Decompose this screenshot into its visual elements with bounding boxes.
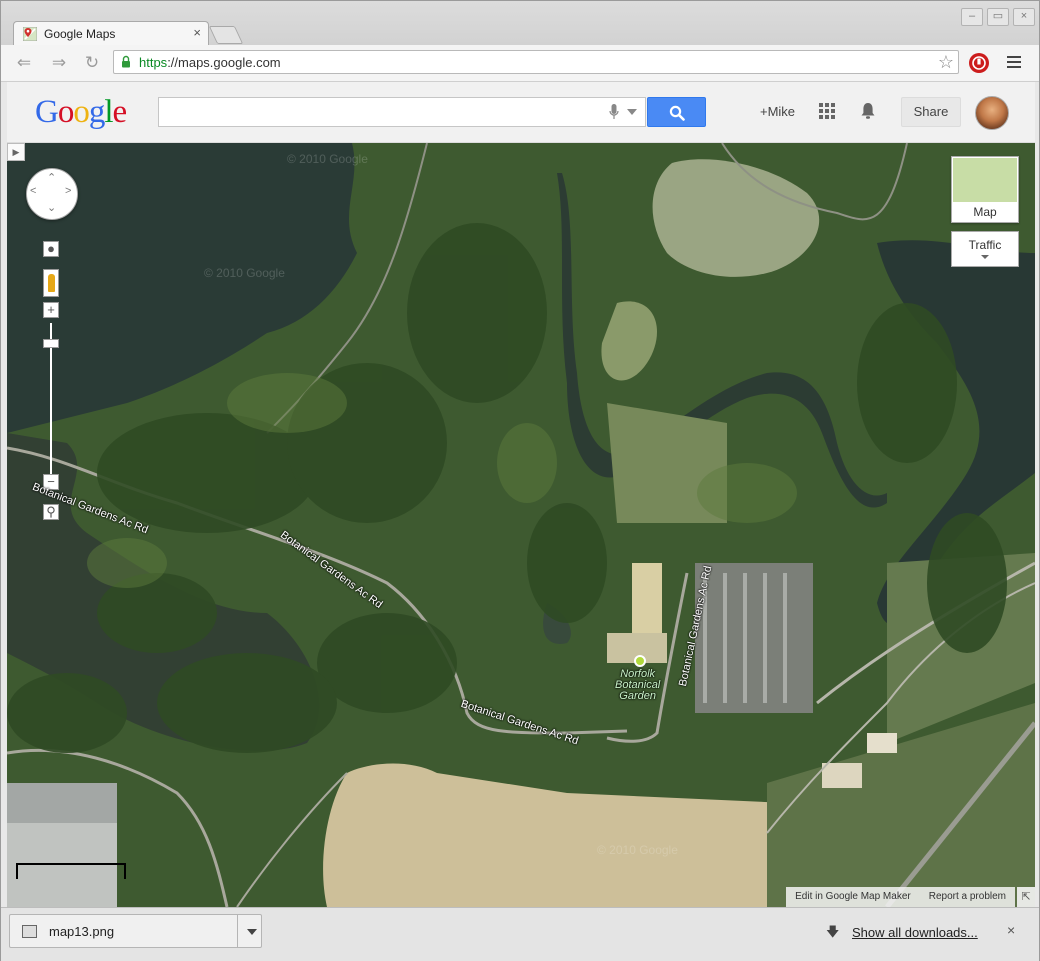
location-icon[interactable]: ● [43,241,59,257]
reload-icon[interactable]: ↻ [81,53,103,73]
image-file-icon [22,925,37,938]
logo-letter: o [57,94,74,130]
downloads-bar: map13.png 🡇 Show all downloads... × [1,907,1039,961]
bookmark-star-icon[interactable]: ☆ [938,52,954,73]
url-text: https://maps.google.com [139,55,281,70]
expand-map-icon[interactable]: ⇱ [1017,887,1035,907]
show-all-downloads-link[interactable]: Show all downloads... [852,925,978,940]
map-type-label: Map [973,205,997,219]
search-options-caret-icon[interactable] [627,109,637,115]
traffic-label: Traffic [968,238,1002,252]
search-button[interactable] [647,97,706,127]
microphone-icon[interactable] [609,104,619,120]
place-label[interactable]: Norfolk Botanical Garden [615,669,660,702]
tab-google-maps[interactable]: Google Maps × [13,21,209,46]
zoom-in-button[interactable]: + [43,302,59,318]
pan-right-icon[interactable]: > [65,185,71,197]
map-scale-bar [16,863,126,879]
pan-down-icon[interactable]: ⌄ [47,201,56,214]
logo-letter: g [88,94,105,130]
apps-grid-icon[interactable] [819,103,835,119]
download-file-name: map13.png [49,924,115,939]
divider [237,915,238,947]
url-host: ://maps.google.com [167,55,281,70]
place-marker-icon[interactable] [634,655,646,667]
imagery-watermark: © 2010 Google [597,843,678,857]
imagery-watermark: © 2010 Google [204,266,285,280]
share-button[interactable]: Share [901,97,961,127]
tab-strip: Google Maps × – ▭ × [1,1,1039,46]
report-problem-link[interactable]: Report a problem [920,887,1015,907]
map-canvas[interactable]: ▶ ⌃ ⌄ < > ● + − ⚲ Map Traffic © 2010 Goo… [7,143,1035,907]
logo-letter: e [112,94,128,130]
tab-close-icon[interactable]: × [193,25,201,40]
logo-letter: l [104,94,113,130]
adblock-extension-icon[interactable] [969,53,989,73]
search-icon [669,105,685,121]
user-profile-link[interactable]: +Mike [760,104,795,119]
window-controls: – ▭ × [961,8,1035,26]
close-downloads-bar-icon[interactable]: × [1007,922,1015,938]
place-label-line: Garden [619,690,656,702]
map-type-toggle[interactable]: Map [951,156,1019,223]
map-thumbnail [953,158,1017,202]
pan-control[interactable]: ⌃ ⌄ < > [26,168,78,220]
minimize-button[interactable]: – [961,8,983,26]
browser-window: Google Maps × – ▭ × ⇐ ⇒ ↻ https://maps.g… [0,0,1040,961]
street-view-pegman-icon[interactable] [43,269,59,297]
avatar[interactable] [975,96,1009,130]
search-input[interactable] [158,97,646,127]
traffic-caret-icon [981,255,989,259]
logo-letter: o [73,94,89,130]
expand-panel-button[interactable]: ▶ [7,143,25,161]
download-arrow-icon: 🡇 [826,924,840,939]
zoom-slider-thumb[interactable] [43,339,59,348]
imagery-watermark: © 2010 Google [287,152,368,166]
google-maps-favicon-icon [23,27,37,41]
pan-up-icon[interactable]: ⌃ [47,171,56,184]
zoom-magnifier-icon[interactable]: ⚲ [43,504,59,520]
close-window-button[interactable]: × [1013,8,1035,26]
download-item[interactable]: map13.png [9,914,262,948]
maximize-button[interactable]: ▭ [987,8,1009,26]
tab-title: Google Maps [44,27,116,41]
traffic-layer-button[interactable]: Traffic [951,231,1019,267]
forward-arrow-icon[interactable]: ⇒ [48,53,70,73]
download-options-caret-icon[interactable] [247,929,257,935]
lock-icon [122,55,130,68]
back-arrow-icon[interactable]: ⇐ [13,53,35,73]
address-bar[interactable]: https://maps.google.com ☆ [113,50,959,74]
new-tab-button[interactable] [208,26,244,44]
notifications-bell-icon[interactable] [860,101,876,121]
browser-toolbar: ⇐ ⇒ ↻ https://maps.google.com ☆ [1,45,1039,82]
google-header: Google +Mike Share [7,82,1035,143]
stop-sign-icon [972,56,986,70]
logo-letter: G [35,94,59,130]
map-footer: Edit in Google Map Maker Report a proble… [786,887,1015,907]
browser-menu-icon[interactable] [1007,54,1021,70]
url-scheme: https [139,55,168,70]
google-logo[interactable]: Google [35,94,128,131]
edit-in-map-maker-link[interactable]: Edit in Google Map Maker [786,887,920,907]
pan-left-icon[interactable]: < [30,185,36,197]
satellite-imagery [7,143,1035,907]
